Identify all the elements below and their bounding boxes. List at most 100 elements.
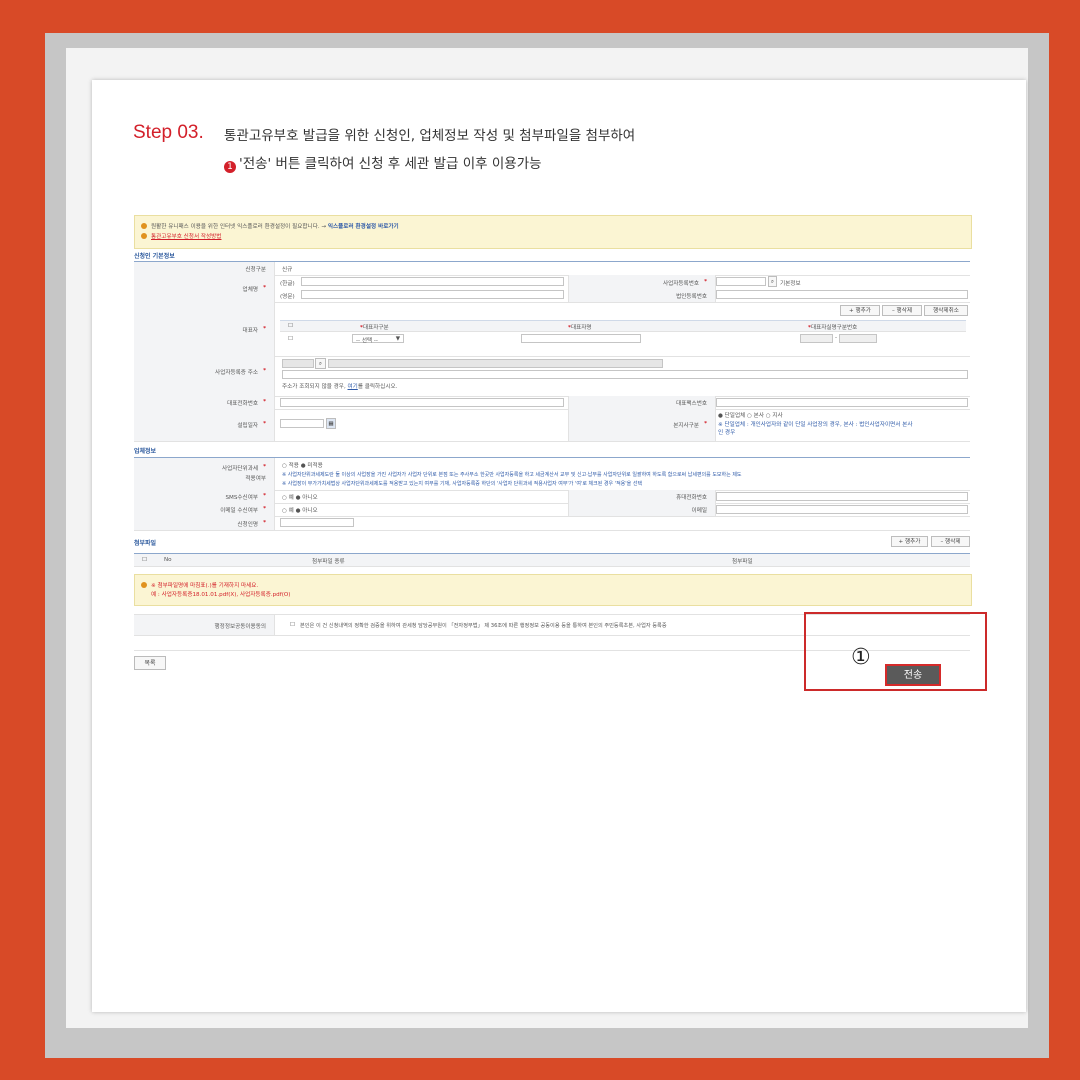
fax-input[interactable]	[716, 398, 968, 407]
applicant-table: 신청구분 신규 * 업체명 (한글) (영문) * 사업자등록번호 법인등록번호 ⌕ …	[134, 261, 970, 460]
korean-tag: (한글)	[280, 281, 295, 287]
hq-note-line2: 인 경우	[718, 430, 736, 436]
ceo-add-row-button[interactable]: + 행추가	[840, 305, 880, 316]
tax-unit-label2: 적용여부	[245, 476, 266, 482]
tax-unit-note1: ※ 사업자단위과세제도란 둘 이상의 사업장을 가진 사업자가 사업자 단위로 …	[282, 472, 742, 478]
est-date-label: 설립일자	[237, 423, 258, 429]
ceo-table-header: ☐ *대표자구분 *대표자명 *대표자실명구분번호	[280, 320, 966, 332]
ceo-id-input-1[interactable]	[800, 334, 833, 343]
hq-note-line1: ※ 단일업체 : 개인사업자와 같이 단일 사업장의 경우, 본사 : 법인사업…	[718, 422, 913, 428]
attach-no-col: No	[164, 557, 172, 563]
address-base-input[interactable]	[328, 359, 663, 368]
address-detail-input[interactable]	[282, 370, 968, 379]
attachments-section-title: 첨부파일	[134, 540, 157, 547]
company-name-kr-input[interactable]	[301, 277, 564, 286]
biz-reg-no-input[interactable]	[716, 277, 766, 286]
address-row: * 사업자등록증 주소 ⌕ 주소가 조회되지 않을 경우, 여기를 클릭하십시오.	[134, 356, 970, 397]
address-hint-link[interactable]: 여기	[348, 384, 358, 390]
attach-note1: ※ 첨부파일명에 마침표(.)를 기재하지 마세요.	[151, 583, 259, 589]
notice-dot-icon	[141, 233, 147, 239]
attach-table-header: ☐ No 첨부파일 종류 첨부파일	[134, 553, 970, 567]
tax-unit-radio-group[interactable]: ○ 적용 ● 미적용	[282, 461, 323, 469]
corp-reg-no-input[interactable]	[716, 290, 968, 299]
email-recv-label: 이메일 수신여부	[220, 508, 258, 514]
attach-file-col: 첨부파일	[732, 559, 753, 565]
step-marker-icon: 1	[224, 161, 236, 173]
sms-label: SMS수신여부	[225, 495, 258, 501]
address-hint-suffix: 를 클릭하십시오.	[357, 384, 398, 390]
email-recv-row: * 이메일 수신여부 ○ 예 ● 아니오 이메일	[134, 503, 970, 517]
biz-reg-no-label: 사업자등록번호	[662, 281, 699, 287]
ceo-del-row-button[interactable]: – 행삭제	[882, 305, 922, 316]
attach-add-row-button[interactable]: + 행추가	[891, 536, 928, 547]
est-date-input[interactable]	[280, 419, 324, 428]
english-tag: (영문)	[280, 294, 295, 300]
consent-label: 행정정보공동이용동의	[214, 624, 266, 630]
company-name-row: * 업체명 (한글) (영문) * 사업자등록번호 법인등록번호 ⌕ 기본정보	[134, 275, 970, 303]
hq-radio-group[interactable]: ● 단일업체 ○ 본사 ○ 지사	[718, 411, 783, 419]
email-label: 이메일	[691, 508, 707, 514]
tax-unit-note2: ※ 사업장이 부가가치세법상 사업자단위과세제도를 적용받고 있는지 여부를 기…	[282, 481, 643, 487]
fax-label: 대표팩스번호	[676, 401, 707, 407]
sms-radio-group[interactable]: ○ 예 ● 아니오	[282, 493, 318, 501]
ie-setting-link[interactable]: 익스플로러 환경설정 바로가기	[328, 224, 399, 230]
basic-info-label: 기본정보	[780, 281, 801, 287]
company-section-title: 업체정보	[134, 448, 157, 455]
consent-text: 본인은 이 건 신청내역의 정확한 검증을 위하여 관세청 담당공무원이 「전자…	[300, 623, 667, 629]
address-search-icon[interactable]: ⌕	[315, 358, 326, 369]
ceo-checkbox-all[interactable]: ☐	[288, 323, 293, 329]
attach-notice: ※ 첨부파일명에 마침표(.)를 기재하지 마세요. 예 : 사업자등록증18.…	[134, 574, 972, 606]
applicant-name-row: * 신청인명	[134, 516, 970, 531]
zipcode-input[interactable]	[282, 359, 314, 368]
send-button[interactable]: 전송	[885, 664, 941, 686]
consent-checkbox[interactable]: ☐	[290, 622, 295, 628]
step-title: Step 03.	[133, 122, 204, 143]
notice-line1: 원활한 유니패스 이용을 위한 인터넷 익스플로러 환경설정이 필요합니다. →	[151, 224, 327, 230]
ceo-name-col: 대표자명	[570, 325, 592, 331]
ceo-id-input-2[interactable]	[839, 334, 877, 343]
company-name-label: 업체명	[242, 287, 258, 293]
ceo-row: * 대표자 + 행추가 – 행삭제 행삭제취소 ☐ *대표자구분 *대표자명 *대…	[134, 302, 970, 357]
ceo-id-col: 대표자실명구분번호	[810, 325, 858, 331]
est-date-row: * 설립일자 ▦ * 본지사구분 ● 단일업체 ○ 본사 ○ 지사 ※ 단일업체 :…	[134, 409, 970, 442]
phone-label: 대표전화번호	[227, 401, 258, 407]
sms-row: * SMS수신여부 ○ 예 ● 아니오 휴대전화번호	[134, 490, 970, 504]
notice-dot-icon	[141, 582, 147, 588]
tax-unit-label1: 사업자단위과세	[221, 466, 258, 472]
apply-type-value: 신규	[282, 267, 293, 273]
search-icon[interactable]: ⌕	[768, 276, 777, 287]
list-button[interactable]: 목록	[134, 656, 166, 670]
mobile-input[interactable]	[716, 492, 968, 501]
apply-type-row: 신청구분 신규	[134, 262, 970, 276]
mobile-label: 휴대전화번호	[676, 495, 707, 501]
attach-type-col: 첨부파일 종류	[312, 559, 345, 565]
tax-unit-row: * 사업자단위과세 적용여부 ○ 적용 ● 미적용 ※ 사업자단위과세제도란 둘 이…	[134, 458, 970, 491]
attach-del-row-button[interactable]: – 행삭제	[931, 536, 970, 547]
applicant-name-label: 신청인명	[237, 522, 258, 528]
ceo-reset-button[interactable]: 행삭제취소	[924, 305, 968, 316]
notice-dot-icon	[141, 223, 147, 229]
address-hint-prefix: 주소가 조회되지 않을 경우,	[282, 384, 346, 390]
chevron-down-icon: ▼	[395, 336, 400, 342]
guide-link[interactable]: 통관고유부호 신청서 작성방법	[151, 234, 221, 240]
step-description-line1: 통관고유부호 발급을 위한 신청인, 업체정보 작성 및 첨부파일을 첨부하여	[224, 128, 636, 144]
step-description-line2-text: '전송' 버튼 클릭하여 신청 후 세관 발급 이후 이용가능	[239, 156, 542, 172]
phone-row: * 대표전화번호 대표팩스번호	[134, 396, 970, 410]
step-description-line2: 1 '전송' 버튼 클릭하여 신청 후 세관 발급 이후 이용가능	[224, 152, 542, 173]
hq-label: 본지사구분	[673, 423, 699, 429]
ceo-type-col: 대표자구분	[362, 325, 389, 331]
applicant-name-input[interactable]	[280, 518, 354, 527]
phone-input[interactable]	[280, 398, 564, 407]
address-label: 사업자등록증 주소	[215, 370, 258, 376]
ceo-row-checkbox[interactable]: ☐	[288, 336, 293, 342]
step-number-marker: ①	[851, 645, 871, 670]
email-radio-group[interactable]: ○ 예 ● 아니오	[282, 506, 318, 514]
attach-checkbox-all[interactable]: ☐	[142, 557, 147, 563]
company-name-en-input[interactable]	[301, 290, 564, 299]
calendar-icon[interactable]: ▦	[326, 418, 336, 429]
email-input[interactable]	[716, 505, 968, 514]
attach-note2: 예 : 사업자등록증18.01.01.pdf(X), 사업자등록증.pdf(O)	[151, 592, 291, 598]
ceo-name-input[interactable]	[521, 334, 641, 343]
ceo-type-select[interactable]: -- 선택 -- ▼	[352, 334, 404, 344]
apply-type-label: 신청구분	[245, 267, 266, 273]
